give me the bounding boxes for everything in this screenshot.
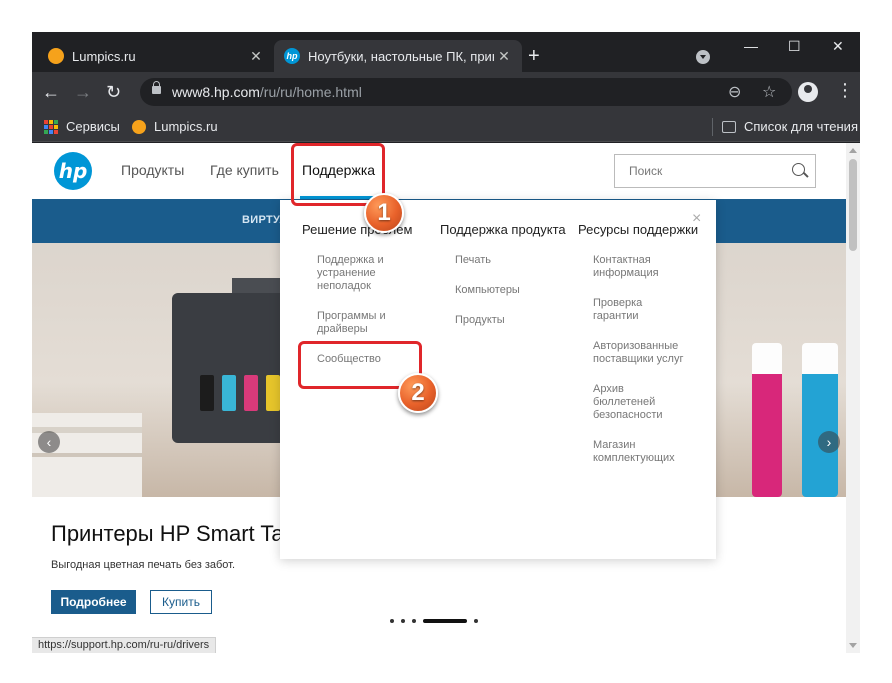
tab-lumpics[interactable]: Lumpics.ru ✕ (38, 40, 274, 72)
reading-list-label: Список для чтения (744, 119, 858, 134)
tab-hp[interactable]: hp Ноутбуки, настольные ПК, прин ✕ (274, 40, 522, 72)
bookmarks-separator (712, 118, 713, 136)
carousel-dot[interactable] (412, 619, 416, 623)
address-bar[interactable]: www8.hp.com/ru/ru/home.html ⊖ ☆ (140, 78, 792, 106)
hp-favicon: hp (284, 48, 300, 64)
ink-bottle-cyan (802, 343, 838, 497)
reload-icon[interactable]: ↻ (106, 82, 121, 102)
carousel-dot[interactable] (401, 619, 405, 623)
page-scrollbar[interactable] (846, 143, 860, 653)
apps-grid-icon (44, 119, 58, 134)
bookmark-label: Lumpics.ru (154, 119, 218, 134)
bookmark-lumpics[interactable]: Lumpics.ru (132, 119, 218, 134)
menu-item-products[interactable]: Продукты (440, 314, 560, 327)
tab-title: Lumpics.ru (72, 48, 136, 64)
menu-item-software-drivers[interactable]: Программы и драйверы (302, 310, 422, 336)
status-bar-url: https://support.hp.com/ru-ru/drivers (32, 637, 217, 653)
tab-title: Ноутбуки, настольные ПК, прин (308, 48, 494, 64)
carousel-next-button[interactable]: › (818, 431, 840, 453)
hero-title: Принтеры HP Smart Ta (51, 521, 284, 546)
tab-close-icon[interactable]: ✕ (494, 48, 514, 65)
profile-avatar-icon[interactable] (798, 82, 818, 102)
reading-list-icon (722, 120, 736, 133)
dropdown-heading: Решение проблем (302, 222, 413, 237)
more-button[interactable]: Подробнее (51, 590, 136, 614)
scroll-thumb[interactable] (849, 159, 857, 251)
hp-search-box[interactable] (614, 154, 816, 188)
url-host: www8.hp.com (172, 84, 260, 100)
scroll-up-icon[interactable] (849, 148, 857, 153)
buy-button[interactable]: Купить (150, 590, 212, 614)
hp-logo[interactable]: hp (54, 152, 92, 190)
scroll-down-icon[interactable] (849, 643, 857, 648)
nav-where-to-buy[interactable]: Где купить (210, 162, 279, 178)
url-path: /ru/ru/home.html (259, 84, 362, 100)
lock-icon (152, 81, 161, 94)
menu-item-computers[interactable]: Компьютеры (440, 284, 560, 297)
carousel-dots (390, 619, 485, 623)
carousel-prev-button[interactable]: ‹ (38, 431, 60, 453)
reading-list-button[interactable]: Список для чтения (722, 119, 858, 134)
zoom-icon[interactable]: ⊖ (728, 82, 741, 102)
menu-item-contact[interactable]: Контактная информация (578, 254, 678, 280)
carousel-dot-active[interactable] (423, 619, 467, 623)
url-text[interactable]: www8.hp.com/ru/ru/home.html (172, 84, 362, 100)
nav-products[interactable]: Продукты (121, 162, 184, 178)
menu-item-printing[interactable]: Печать (440, 254, 560, 267)
ink-bottle-magenta (752, 343, 782, 497)
menu-item-warranty-check[interactable]: Проверка гарантии (578, 297, 678, 323)
hero-subtitle: Выгодная цветная печать без забот. (51, 559, 236, 571)
step-2-badge: 2 (398, 373, 438, 413)
bookmark-label: Сервисы (66, 119, 120, 134)
ink-tank-magenta (244, 375, 258, 411)
menu-item-parts-store[interactable]: Магазин комплектующих (578, 439, 688, 465)
bookmark-services[interactable]: Сервисы (44, 119, 120, 134)
ink-tank-cyan (222, 375, 236, 411)
menu-kebab-icon[interactable]: ⋮ (836, 80, 854, 100)
maximize-icon[interactable]: ☐ (788, 38, 801, 55)
browser-toolbar: ← → ↻ www8.hp.com/ru/ru/home.html ⊖ ☆ ⋮ (32, 72, 860, 112)
lumpics-favicon (132, 119, 146, 134)
dropdown-column-support-resources: Ресурсы поддержки Контактная информация … (578, 222, 706, 482)
forward-icon[interactable]: → (74, 82, 92, 102)
books-image (32, 413, 142, 497)
tab-search-icon[interactable] (696, 50, 710, 64)
hp-header: hp Продукты Где купить Поддержка (32, 143, 846, 199)
menu-item-troubleshooting[interactable]: Поддержка и устранение неполадок (302, 254, 422, 293)
dropdown-heading: Ресурсы поддержки (578, 222, 699, 237)
dropdown-heading: Поддержка продукта (440, 222, 566, 237)
minimize-icon[interactable]: — (744, 38, 758, 54)
step-1-badge: 1 (364, 193, 404, 233)
carousel-dot[interactable] (474, 619, 478, 623)
ink-tank-yellow (266, 375, 280, 411)
search-icon[interactable] (792, 163, 805, 176)
browser-window: Lumpics.ru ✕ hp Ноутбуки, настольные ПК,… (32, 32, 860, 653)
back-icon[interactable]: ← (42, 82, 60, 102)
tab-close-icon[interactable]: ✕ (246, 48, 266, 65)
menu-item-security-bulletins[interactable]: Архив бюллетеней безопасности (578, 383, 678, 422)
dropdown-column-product-support: Поддержка продукта Печать Компьютеры Про… (440, 222, 568, 344)
tab-strip: Lumpics.ru ✕ hp Ноутбуки, настольные ПК,… (32, 32, 860, 72)
ink-tank-black (200, 375, 214, 411)
close-window-icon[interactable]: ✕ (832, 38, 844, 55)
bookmark-star-icon[interactable]: ☆ (762, 82, 776, 102)
carousel-dot[interactable] (390, 619, 394, 623)
new-tab-button[interactable]: + (528, 46, 540, 66)
bookmarks-bar: Сервисы Lumpics.ru Список для чтения (32, 112, 860, 142)
menu-item-service-providers[interactable]: Авторизованные поставщики услуг (578, 340, 688, 366)
lumpics-favicon (48, 48, 64, 64)
web-page: hp Продукты Где купить Поддержка ВИРТУА … (32, 143, 846, 653)
search-input[interactable] (615, 155, 785, 187)
